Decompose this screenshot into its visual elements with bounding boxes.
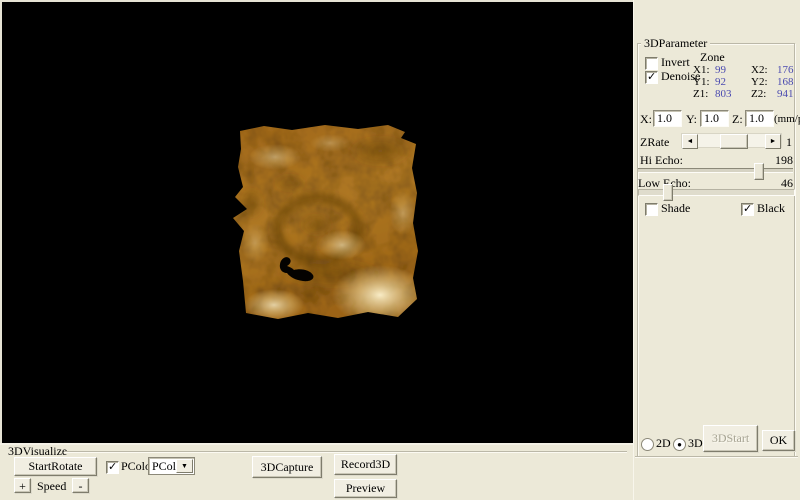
visualize-group-line <box>64 451 627 452</box>
speed-label: Speed <box>37 480 66 493</box>
scale-x-input[interactable] <box>653 110 682 127</box>
zone-x2-value: 176 <box>777 64 800 76</box>
pcolor-checkbox[interactable]: ✓ <box>106 461 119 474</box>
hi-echo-label: Hi Echo: <box>640 154 683 167</box>
visualize-panel: 3DVisualize StartRotate + Speed - ✓ PCol… <box>0 443 633 500</box>
ok-button[interactable]: OK <box>762 430 795 451</box>
parameter-group-title: 3DParameter <box>641 37 710 50</box>
preview-button[interactable]: Preview <box>334 479 397 498</box>
pcolor-dropdown[interactable]: PColor ▼ <box>148 457 195 475</box>
hi-echo-slider[interactable] <box>638 168 793 173</box>
zone-x1-value: 99 <box>715 64 751 76</box>
zone-y2-value: 168 <box>777 76 800 88</box>
scale-y-label: Y: <box>686 113 697 126</box>
zone-z2-value: 941 <box>777 88 800 100</box>
mode-2d-label: 2D <box>656 437 671 450</box>
scale-x-label: X: <box>640 113 652 126</box>
invert-checkbox[interactable] <box>645 57 658 70</box>
dropdown-arrow-icon[interactable]: ▼ <box>176 459 193 473</box>
denoise-check-mark: ✓ <box>647 70 656 83</box>
mode-3d-radio[interactable]: ● <box>673 438 686 451</box>
zone-values-grid: X1: 99 X2: 176 Y1: 92 Y2: 168 Z1: 803 Z2… <box>693 64 800 100</box>
start-rotate-button[interactable]: StartRotate <box>14 457 97 476</box>
zone-y1-label: Y1: <box>693 76 715 88</box>
mode-3d-radio-dot: ● <box>674 439 685 450</box>
zone-z1-label: Z1: <box>693 88 715 100</box>
right-panel-separator <box>635 456 798 457</box>
zone-y2-label: Y2: <box>751 76 777 88</box>
render-viewport[interactable] <box>2 2 633 443</box>
denoise-checkbox[interactable]: ✓ <box>645 71 658 84</box>
mode-3d-label: 3D <box>688 437 703 450</box>
shade-checkbox[interactable] <box>645 203 658 216</box>
parameter-panel: 3DParameter Invert ✓ Denoise Zone X1: 99… <box>633 0 800 500</box>
shade-label: Shade <box>661 202 690 215</box>
zone-title: Zone <box>700 51 725 64</box>
low-echo-slider-thumb[interactable] <box>663 184 673 201</box>
zone-x1-label: X1: <box>693 64 715 76</box>
scale-y-input[interactable] <box>700 110 729 127</box>
zone-z2-label: Z2: <box>751 88 777 100</box>
invert-label: Invert <box>661 56 690 69</box>
black-check-mark: ✓ <box>743 202 752 215</box>
zone-x2-label: X2: <box>751 64 777 76</box>
speed-plus-button[interactable]: + <box>14 478 31 493</box>
hi-echo-value: 198 <box>763 154 793 167</box>
scale-z-input[interactable] <box>745 110 774 127</box>
record3d-button[interactable]: Record3D <box>334 454 397 475</box>
zrate-scroll-right-icon[interactable]: ► <box>765 134 781 149</box>
parameter-groupbox <box>637 43 795 457</box>
speed-minus-button[interactable]: - <box>72 478 89 493</box>
low-echo-slider[interactable] <box>638 189 795 196</box>
zone-z1-value: 803 <box>715 88 751 100</box>
scale-z-label: Z: <box>732 113 743 126</box>
app-window: 3DParameter Invert ✓ Denoise Zone X1: 99… <box>0 0 800 500</box>
black-checkbox[interactable]: ✓ <box>741 203 754 216</box>
capture3d-button[interactable]: 3DCapture <box>252 456 322 478</box>
pcolor-check-mark: ✓ <box>108 460 117 473</box>
zrate-value: 1 <box>786 136 792 149</box>
zone-y1-value: 92 <box>715 76 751 88</box>
start3d-button[interactable]: 3DStart <box>703 425 758 452</box>
zrate-label: ZRate <box>640 136 669 149</box>
zrate-scroll-left-icon[interactable]: ◄ <box>682 134 698 149</box>
ultrasound-volume-render <box>230 123 420 323</box>
zrate-scrollbar[interactable]: ◄ ► <box>681 133 782 148</box>
zrate-scroll-thumb[interactable] <box>720 134 748 149</box>
scale-unit-label: (mm/p) <box>774 113 800 125</box>
mode-2d-radio[interactable] <box>641 438 654 451</box>
mode-2d-radio-dot <box>642 439 653 450</box>
black-label: Black <box>757 202 785 215</box>
